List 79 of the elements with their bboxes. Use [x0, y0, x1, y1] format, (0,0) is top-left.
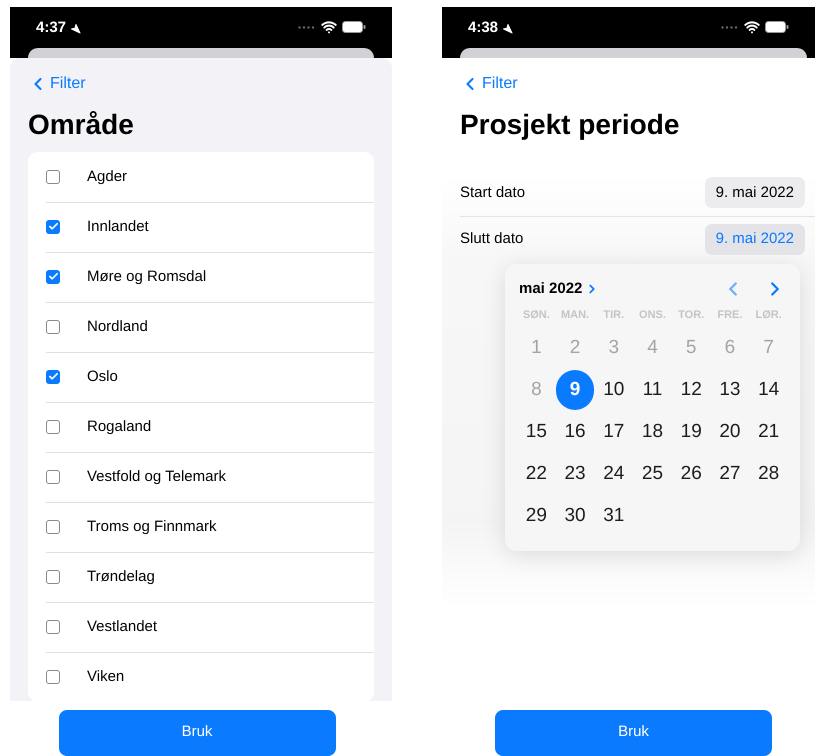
region-checkbox[interactable]: [46, 170, 60, 184]
day-button[interactable]: 11: [633, 370, 672, 410]
region-row[interactable]: Innlandet: [28, 202, 374, 252]
back-link[interactable]: Filter: [28, 72, 86, 96]
region-row[interactable]: Rogaland: [28, 402, 374, 452]
day-button[interactable]: 21: [749, 412, 788, 452]
day-button[interactable]: 10: [594, 370, 634, 410]
region-checkbox[interactable]: [46, 220, 60, 234]
region-label: Trøndelag: [87, 566, 155, 587]
wifi-icon: [744, 19, 760, 35]
region-checkbox[interactable]: [46, 370, 60, 384]
day-button[interactable]: 9: [556, 370, 594, 410]
region-label: Nordland: [87, 316, 148, 337]
month-picker-button[interactable]: mai 2022: [519, 278, 600, 300]
region-row[interactable]: Vestfold og Telemark: [28, 452, 374, 502]
check-icon: [48, 371, 58, 382]
page-title: Område: [28, 108, 135, 142]
region-checkbox[interactable]: [46, 470, 60, 484]
day-button[interactable]: 30: [556, 496, 594, 536]
signal-dots-icon: [298, 26, 316, 28]
day-button[interactable]: 22: [517, 454, 556, 494]
date-button[interactable]: 9. mai 2022: [704, 177, 805, 208]
day-button[interactable]: 13: [710, 370, 750, 410]
day-button[interactable]: 18: [633, 412, 672, 452]
region-checkbox[interactable]: [46, 670, 60, 684]
wifi-icon: [321, 19, 337, 35]
day-button[interactable]: 16: [556, 412, 594, 452]
day-button[interactable]: 14: [749, 370, 788, 410]
region-label: Vestlandet: [87, 616, 158, 637]
day-button[interactable]: 26: [672, 454, 711, 494]
region-checkbox[interactable]: [46, 520, 60, 534]
region-label: Innlandet: [87, 216, 149, 237]
page-title: Prosjekt periode: [460, 108, 680, 142]
day-button[interactable]: 19: [672, 412, 711, 452]
day-button[interactable]: 23: [556, 454, 594, 494]
region-row[interactable]: Troms og Finnmark: [28, 502, 374, 552]
day-button[interactable]: 31: [594, 496, 634, 536]
battery-icon: [765, 21, 789, 33]
status-time: 4:38: [468, 19, 498, 37]
region-checkbox[interactable]: [46, 620, 60, 634]
day-button[interactable]: 17: [594, 412, 634, 452]
region-checkbox[interactable]: [46, 320, 60, 334]
check-icon: [48, 271, 58, 282]
day-button[interactable]: 15: [517, 412, 556, 452]
region-row[interactable]: Vestlandet: [28, 602, 374, 652]
day-button[interactable]: 27: [710, 454, 750, 494]
region-checkbox[interactable]: [46, 420, 60, 434]
region-label: Rogaland: [87, 416, 152, 437]
day-button[interactable]: 25: [633, 454, 672, 494]
day-button[interactable]: 12: [672, 370, 711, 410]
region-row[interactable]: Trøndelag: [28, 552, 374, 602]
date-label: Slutt dato: [460, 229, 524, 250]
region-row[interactable]: Viken: [28, 652, 374, 701]
region-row[interactable]: Møre og Romsdal: [28, 252, 374, 302]
region-label: Oslo: [87, 366, 118, 387]
signal-dots-icon: [721, 26, 739, 28]
region-label: Agder: [87, 166, 128, 187]
day-button[interactable]: 24: [594, 454, 634, 494]
region-label: Viken: [87, 666, 124, 687]
region-checkbox[interactable]: [46, 270, 60, 284]
region-row[interactable]: Agder: [28, 152, 374, 202]
status-time: 4:37: [36, 19, 66, 37]
region-row[interactable]: Nordland: [28, 302, 374, 352]
region-checkbox[interactable]: [46, 570, 60, 584]
apply-button[interactable]: Bruk: [495, 710, 772, 756]
apply-button[interactable]: Bruk: [58, 710, 336, 756]
day-button[interactable]: 20: [710, 412, 750, 452]
region-label: Troms og Finnmark: [87, 516, 216, 537]
day-button[interactable]: 29: [517, 496, 556, 536]
date-label: Start dato: [460, 182, 526, 203]
back-link[interactable]: Filter: [460, 72, 518, 96]
battery-icon: [342, 21, 366, 33]
region-label: Vestfold og Telemark: [87, 466, 226, 487]
region-row[interactable]: Oslo: [28, 352, 374, 402]
region-label: Møre og Romsdal: [87, 266, 206, 287]
check-icon: [48, 221, 58, 232]
location-icon: [502, 22, 514, 34]
day-button[interactable]: 28: [749, 454, 788, 494]
location-icon: [70, 22, 82, 34]
